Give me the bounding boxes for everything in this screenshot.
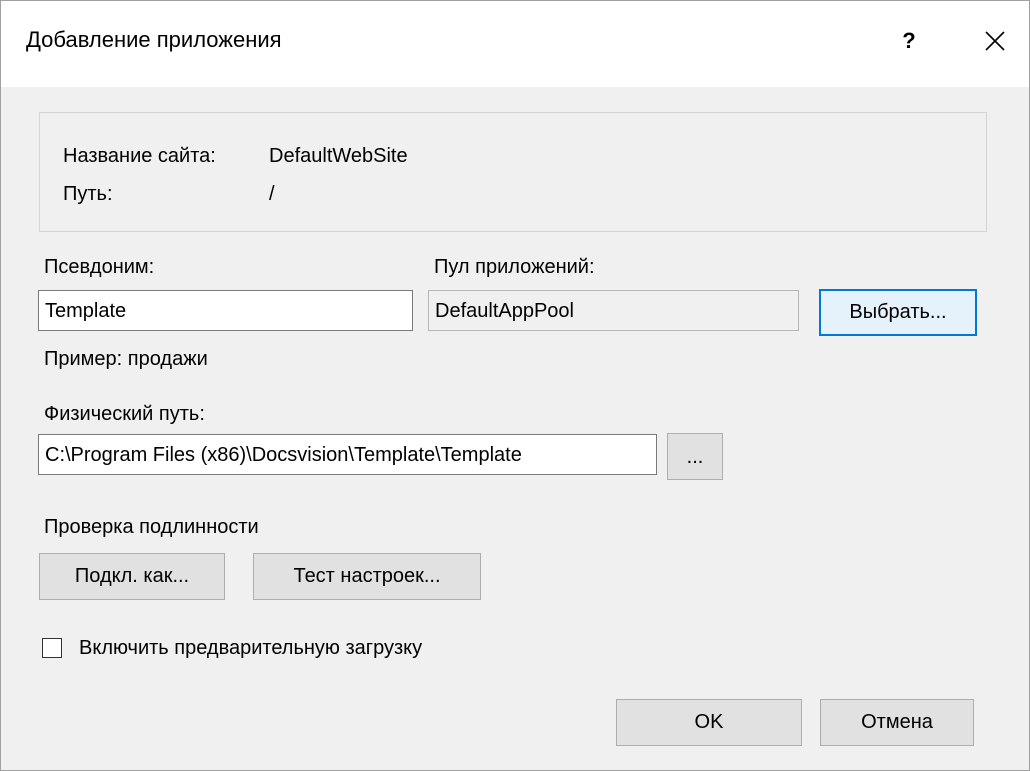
app-pool-value: DefaultAppPool: [435, 299, 574, 322]
alias-label: Псевдоним:: [44, 256, 155, 278]
help-button[interactable]: ?: [881, 15, 937, 67]
authentication-label: Проверка подлинности: [44, 516, 259, 538]
ok-button[interactable]: OK: [616, 699, 802, 746]
app-pool-field: DefaultAppPool: [428, 290, 799, 331]
physical-path-input[interactable]: C:\Program Files (x86)\Docsvision\Templa…: [38, 434, 657, 475]
test-settings-button-label: Тест настроек...: [293, 565, 441, 587]
site-name-label: Название сайта:: [63, 145, 216, 167]
alias-input[interactable]: Template: [38, 290, 413, 331]
app-pool-label: Пул приложений:: [434, 256, 595, 278]
preload-checkbox[interactable]: [42, 638, 62, 658]
select-app-pool-button[interactable]: Выбрать...: [819, 289, 977, 336]
connect-as-button-label: Подкл. как...: [74, 565, 190, 587]
physical-path-label: Физический путь:: [44, 403, 205, 425]
preload-checkbox-label[interactable]: Включить предварительную загрузку: [79, 637, 422, 660]
add-application-dialog: Добавление приложения ? Название сайта: …: [0, 0, 1030, 771]
alias-input-value: Template: [45, 299, 127, 322]
path-value: /: [269, 183, 275, 205]
physical-path-input-value: C:\Program Files (x86)\Docsvision\Templa…: [45, 443, 522, 466]
title-bar: Добавление приложения ?: [1, 1, 1029, 87]
site-info-panel: Название сайта: DefaultWebSite Путь: /: [39, 112, 987, 232]
dialog-title: Добавление приложения: [26, 27, 282, 52]
site-name-value: DefaultWebSite: [269, 145, 408, 167]
alias-example-hint: Пример: продажи: [44, 348, 208, 370]
browse-path-button[interactable]: ...: [667, 433, 723, 480]
browse-path-button-label: ...: [686, 446, 704, 468]
cancel-button[interactable]: Отмена: [820, 699, 974, 746]
connect-as-button[interactable]: Подкл. как...: [39, 553, 225, 600]
ok-button-label: OK: [694, 711, 724, 733]
close-icon: [985, 31, 1005, 51]
close-button[interactable]: [967, 15, 1023, 67]
help-icon: ?: [902, 28, 916, 53]
select-app-pool-button-label: Выбрать...: [849, 301, 947, 323]
test-settings-button[interactable]: Тест настроек...: [253, 553, 481, 600]
path-label: Путь:: [63, 183, 113, 205]
cancel-button-label: Отмена: [861, 711, 933, 733]
